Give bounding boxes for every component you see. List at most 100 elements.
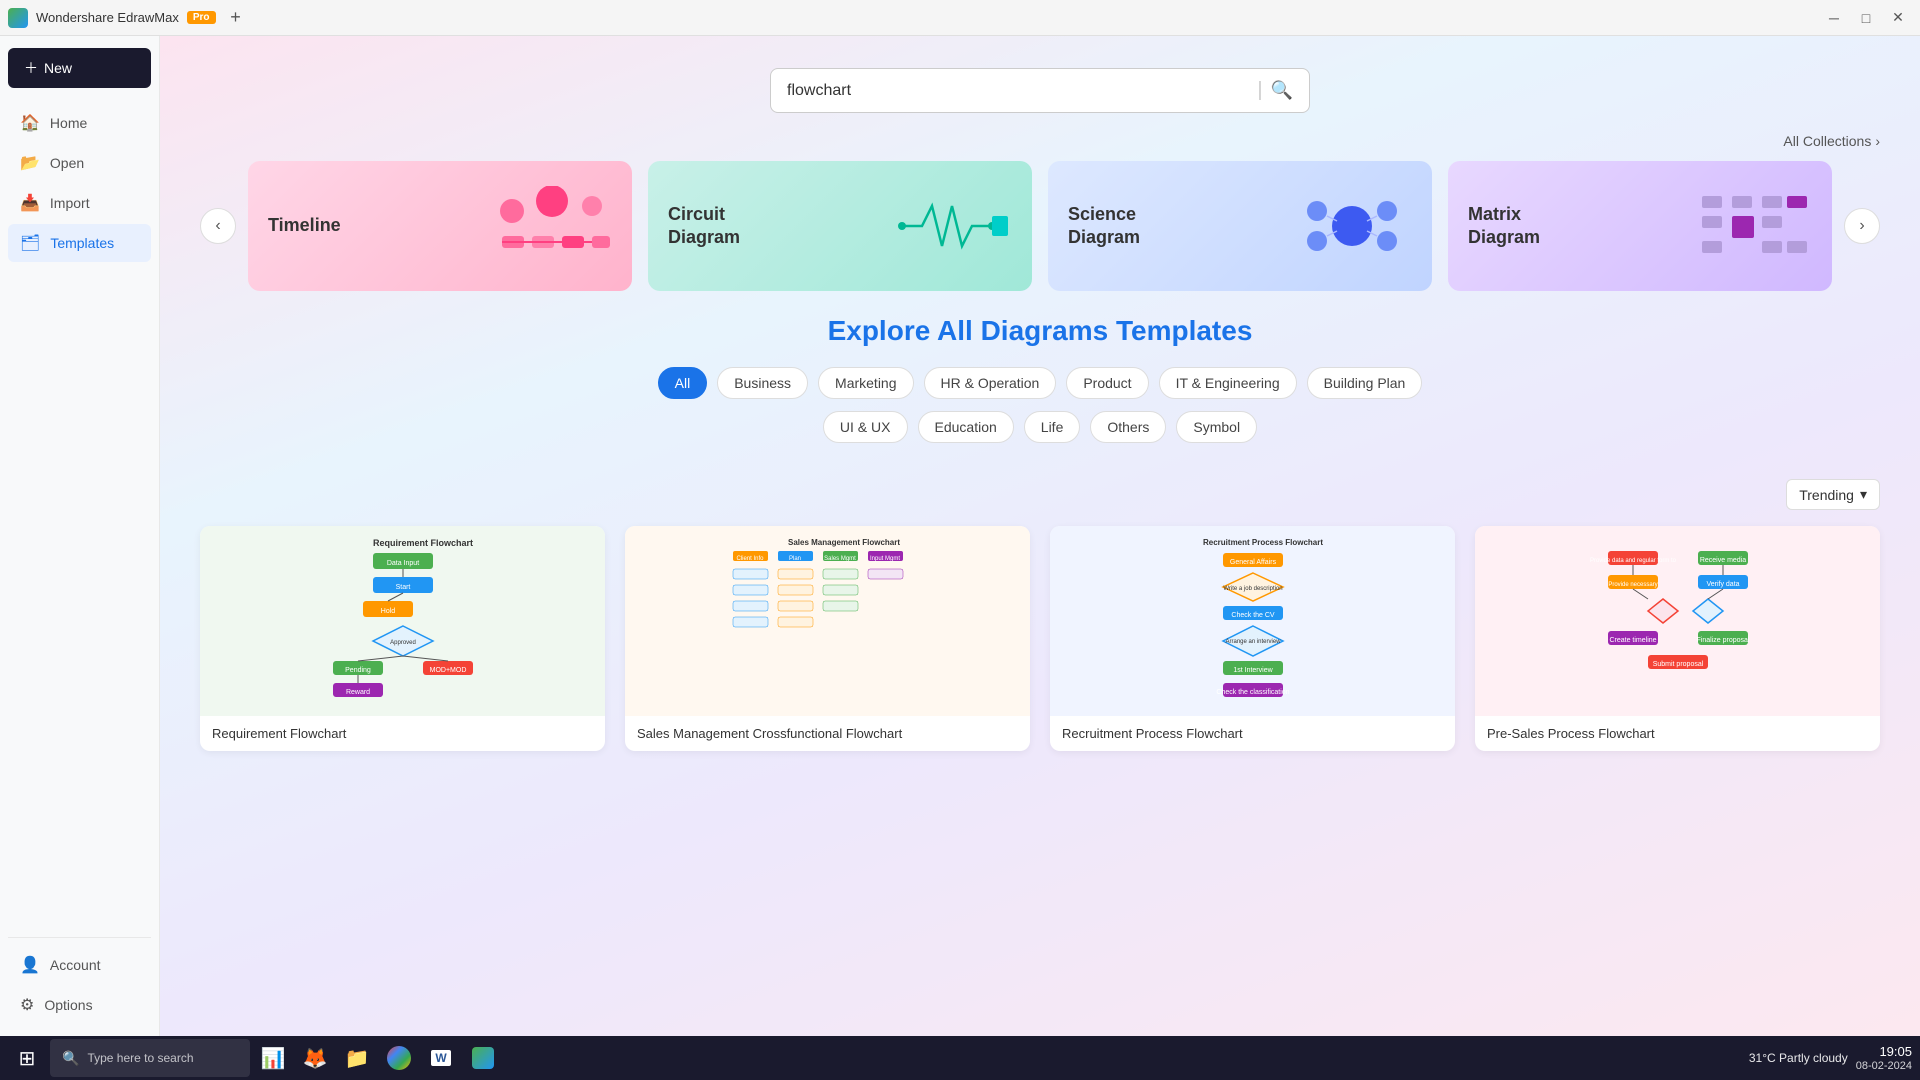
svg-text:Create timeline: Create timeline xyxy=(1609,637,1656,644)
search-taskbar-icon: 🔍 xyxy=(62,1050,79,1067)
template-card-recruitment[interactable]: Recruitment Process Flowchart General Af… xyxy=(1050,526,1455,751)
svg-text:Client Info: Client Info xyxy=(736,556,764,562)
browser-icon: 🦊 xyxy=(303,1046,328,1071)
svg-text:Sales Management Flowchart: Sales Management Flowchart xyxy=(788,538,900,547)
carousel-next-button[interactable]: › xyxy=(1844,208,1880,244)
sidebar-item-templates-label: Templates xyxy=(50,235,114,251)
carousel-card-science-img xyxy=(1292,176,1412,276)
template-label-sales-flowchart: Sales Management Crossfunctional Flowcha… xyxy=(625,716,1030,751)
chrome-button[interactable] xyxy=(380,1039,418,1077)
sidebar-item-import[interactable]: 📥 Import xyxy=(8,184,151,222)
sidebar-item-home-label: Home xyxy=(50,115,87,131)
edraw-button[interactable] xyxy=(464,1039,502,1077)
template-label-recruitment: Recruitment Process Flowchart xyxy=(1050,716,1455,751)
collections-header: All Collections › xyxy=(160,133,1920,161)
sidebar-item-options[interactable]: ⚙ Options xyxy=(8,986,151,1024)
svg-text:Reward: Reward xyxy=(345,689,369,696)
task-view-button[interactable]: 📊 xyxy=(254,1039,292,1077)
filter-others[interactable]: Others xyxy=(1090,411,1166,443)
sidebar-item-import-label: Import xyxy=(50,195,90,211)
sort-area: Trending ▾ xyxy=(160,479,1920,526)
filter-it[interactable]: IT & Engineering xyxy=(1159,367,1297,399)
filter-symbol[interactable]: Symbol xyxy=(1176,411,1257,443)
filter-marketing[interactable]: Marketing xyxy=(818,367,913,399)
svg-text:Verify data: Verify data xyxy=(1706,581,1739,588)
filter-all[interactable]: All xyxy=(658,367,708,399)
templates-icon: 🗂 xyxy=(20,233,40,253)
time-display: 19:05 xyxy=(1879,1044,1912,1059)
carousel-card-circuit[interactable]: Circuit Diagram xyxy=(648,161,1032,291)
filter-building[interactable]: Building Plan xyxy=(1307,367,1423,399)
taskbar-system-area: 31°C Partly cloudy 19:05 08-02-2024 xyxy=(1749,1044,1912,1072)
sidebar-item-account[interactable]: 👤 Account xyxy=(8,946,151,984)
template-label-presales: Pre-Sales Process Flowchart xyxy=(1475,716,1880,751)
template-card-req-flowchart[interactable]: Requirement Flowchart Data Input Start H… xyxy=(200,526,605,751)
sidebar-item-open[interactable]: 📂 Open xyxy=(8,144,151,182)
svg-text:Sales Mgmt: Sales Mgmt xyxy=(824,556,856,562)
carousel-card-circuit-img xyxy=(892,176,1012,276)
filter-ui[interactable]: UI & UX xyxy=(823,411,908,443)
template-label-req-flowchart: Requirement Flowchart xyxy=(200,716,605,751)
files-icon: 📁 xyxy=(345,1046,370,1071)
filter-education[interactable]: Education xyxy=(918,411,1014,443)
carousel-card-timeline[interactable]: Timeline xyxy=(248,161,632,291)
template-card-sales-flowchart[interactable]: Sales Management Flowchart Client Info P… xyxy=(625,526,1030,751)
template-card-presales[interactable]: Provide data and regular form to Receive… xyxy=(1475,526,1880,751)
carousel-area: ‹ Timeline xyxy=(160,161,1920,315)
edraw-icon xyxy=(472,1047,494,1069)
sort-dropdown[interactable]: Trending ▾ xyxy=(1786,479,1880,510)
svg-text:Arrange an interview: Arrange an interview xyxy=(1225,639,1281,645)
svg-text:Start: Start xyxy=(395,584,410,591)
template-preview-sales-flowchart: Sales Management Flowchart Client Info P… xyxy=(625,526,1030,716)
home-icon: 🏠 xyxy=(20,113,40,133)
word-button[interactable]: W xyxy=(422,1039,460,1077)
search-taskbar-label: Type here to search xyxy=(87,1051,193,1065)
new-button[interactable]: ＋ New xyxy=(8,48,151,88)
svg-text:General Affairs: General Affairs xyxy=(1229,559,1276,566)
taskbar-time-display: 19:05 08-02-2024 xyxy=(1856,1044,1912,1072)
new-button-label: New xyxy=(44,60,72,76)
taskbar-left: ⊞ 🔍 Type here to search 📊 🦊 📁 W xyxy=(8,1039,502,1077)
templates-grid: Requirement Flowchart Data Input Start H… xyxy=(160,526,1920,791)
sidebar-item-home[interactable]: 🏠 Home xyxy=(8,104,151,142)
search-taskbar-button[interactable]: 🔍 Type here to search xyxy=(50,1039,250,1077)
svg-text:Recruitment Process Flowchart: Recruitment Process Flowchart xyxy=(1203,538,1323,547)
filter-product[interactable]: Product xyxy=(1066,367,1148,399)
weather-info: 31°C Partly cloudy xyxy=(1749,1051,1848,1065)
carousel-card-matrix[interactable]: Matrix Diagram xyxy=(1448,161,1832,291)
carousel-items: Timeline xyxy=(248,161,1832,291)
date-display: 08-02-2024 xyxy=(1856,1060,1912,1072)
sidebar-item-templates[interactable]: 🗂 Templates xyxy=(8,224,151,262)
svg-text:Check the CV: Check the CV xyxy=(1231,612,1275,619)
svg-text:Check the classification: Check the classification xyxy=(1216,689,1289,696)
carousel-card-matrix-label: Matrix Diagram xyxy=(1468,203,1540,250)
search-button[interactable]: 🔍 xyxy=(1271,80,1293,101)
close-button[interactable]: ✕ xyxy=(1884,4,1912,32)
minimize-button[interactable]: ─ xyxy=(1820,4,1848,32)
maximize-button[interactable]: □ xyxy=(1852,4,1880,32)
plus-icon: ＋ xyxy=(24,58,38,78)
carousel-card-science[interactable]: Science Diagram xyxy=(1048,161,1432,291)
filter-hr[interactable]: HR & Operation xyxy=(924,367,1057,399)
all-collections-link[interactable]: All Collections › xyxy=(1783,133,1880,149)
filter-life[interactable]: Life xyxy=(1024,411,1081,443)
start-button[interactable]: ⊞ xyxy=(8,1039,46,1077)
titlebar-controls: ─ □ ✕ xyxy=(1820,4,1912,32)
carousel-prev-button[interactable]: ‹ xyxy=(200,208,236,244)
task-view-icon: 📊 xyxy=(261,1046,286,1071)
filter-tags-row2: UI & UX Education Life Others Symbol xyxy=(200,411,1880,443)
sort-label: Trending xyxy=(1799,487,1854,503)
browser-button[interactable]: 🦊 xyxy=(296,1039,334,1077)
search-input[interactable] xyxy=(787,82,1249,100)
options-icon: ⚙ xyxy=(20,995,34,1015)
explore-title: Explore All Diagrams Templates xyxy=(200,315,1880,347)
chevron-right-icon: › xyxy=(1875,133,1880,149)
carousel-card-timeline-img xyxy=(492,176,612,276)
files-button[interactable]: 📁 xyxy=(338,1039,376,1077)
explore-title-highlight: All Diagrams Templates xyxy=(937,315,1252,346)
sidebar-bottom: 👤 Account ⚙ Options xyxy=(8,937,151,1024)
search-box: | 🔍 xyxy=(770,68,1310,113)
template-preview-req-flowchart: Requirement Flowchart Data Input Start H… xyxy=(200,526,605,716)
filter-business[interactable]: Business xyxy=(717,367,808,399)
new-tab-button[interactable]: + xyxy=(224,6,248,30)
